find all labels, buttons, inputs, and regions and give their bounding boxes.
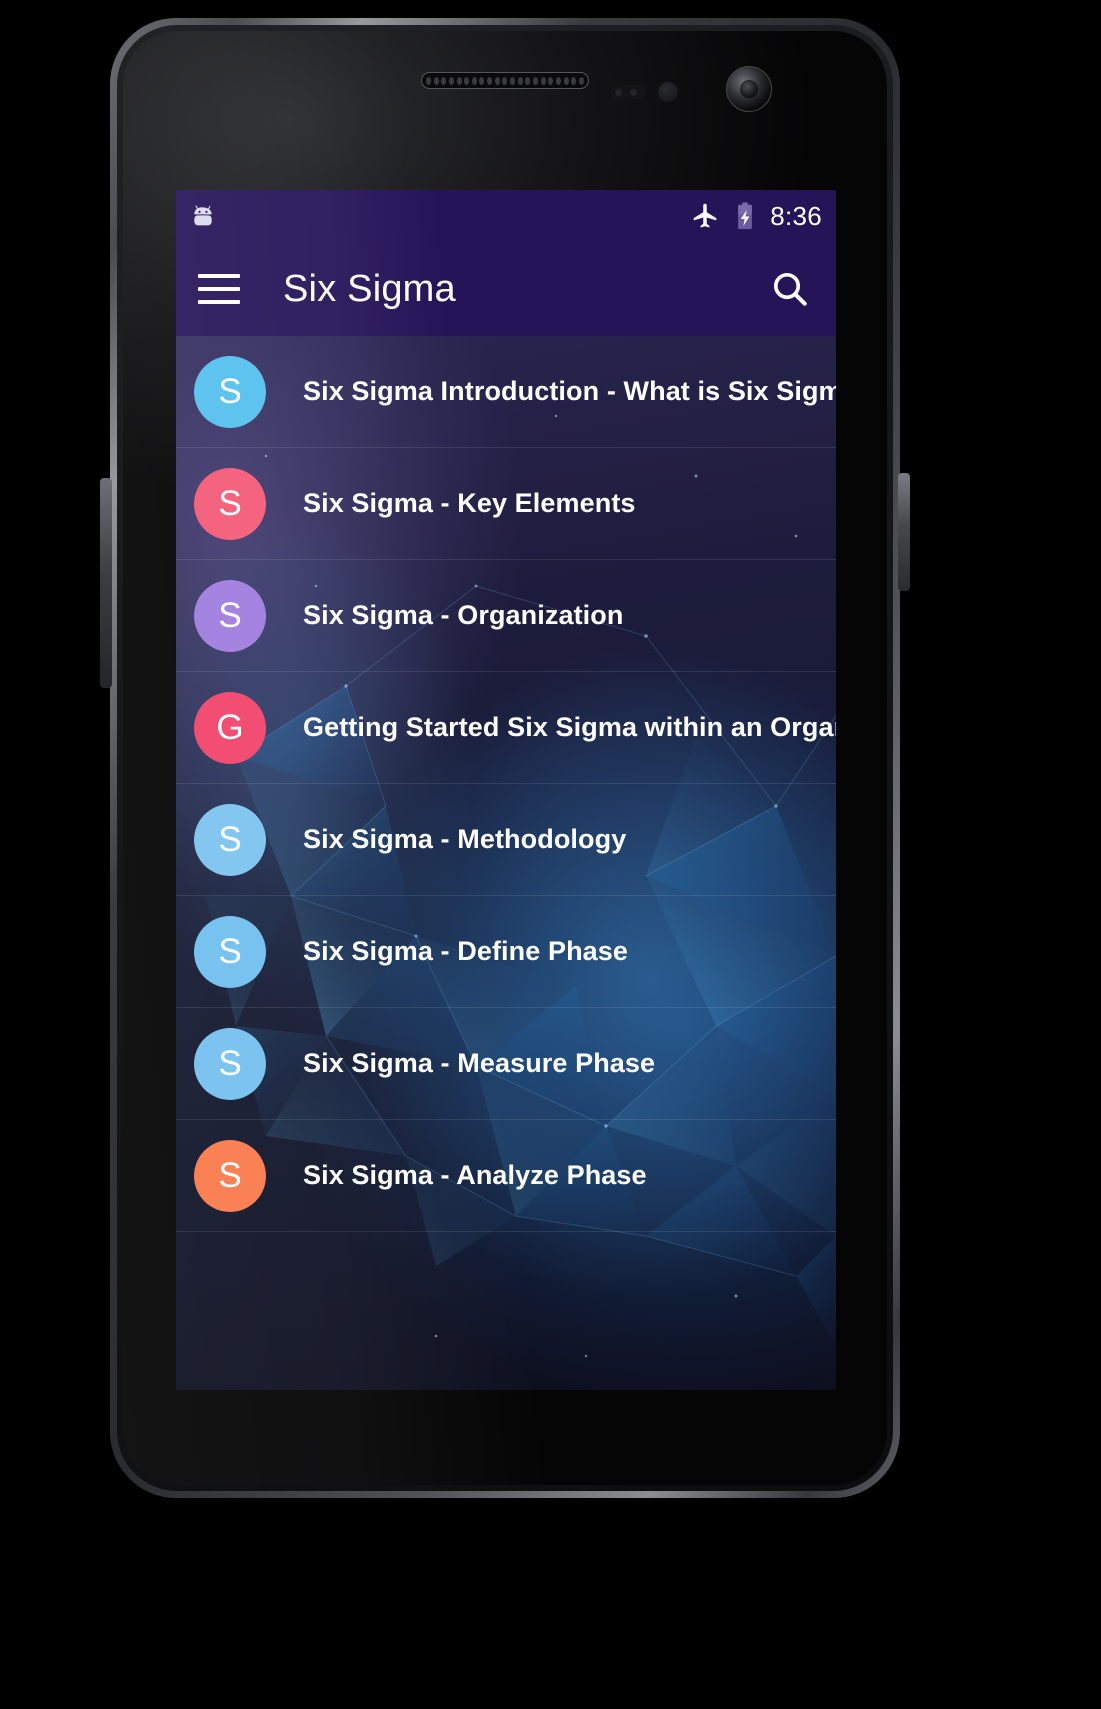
avatar: S xyxy=(194,803,266,876)
list-item-label: Getting Started Six Sigma within an Orga… xyxy=(303,712,836,742)
list-item-label: Six Sigma - Analyze Phase xyxy=(303,1160,647,1190)
front-camera-icon xyxy=(726,66,772,112)
list-item[interactable]: S Six Sigma - Analyze Phase xyxy=(176,1120,836,1232)
list-item-label: Six Sigma - Define Phase xyxy=(303,936,629,966)
hamburger-menu-icon[interactable] xyxy=(198,274,240,304)
airplane-mode-icon xyxy=(690,201,720,231)
page-title: Six Sigma xyxy=(283,267,456,310)
light-sensor-icon xyxy=(658,82,678,102)
proximity-sensor-icon xyxy=(610,85,646,99)
list-item-label: Six Sigma - Key Elements xyxy=(303,488,636,518)
avatar: S xyxy=(194,355,266,428)
avatar: S xyxy=(194,1139,266,1212)
list-item-label: Six Sigma - Methodology xyxy=(303,824,627,854)
list-item-label: Six Sigma Introduction - What is Six Sig… xyxy=(303,376,836,406)
status-bar-clock: 8:36 xyxy=(770,201,822,231)
battery-charging-icon xyxy=(732,201,758,231)
power-button[interactable] xyxy=(898,473,910,591)
speaker-grille-icon xyxy=(421,72,589,89)
phone-device: 8:36 Six Sigma S Six Sigma Introduction … xyxy=(100,18,910,1498)
volume-button[interactable] xyxy=(100,478,112,688)
list-item[interactable]: S Six Sigma - Measure Phase xyxy=(176,1008,836,1120)
android-notification-icon xyxy=(190,203,216,229)
list-item[interactable]: S Six Sigma - Methodology xyxy=(176,784,836,896)
list-item[interactable]: S Six Sigma Introduction - What is Six Si… xyxy=(176,336,836,448)
content-area: S Six Sigma Introduction - What is Six Si… xyxy=(176,336,836,1390)
list-item-label: Six Sigma - Organization xyxy=(303,600,624,630)
phone-screen: 8:36 Six Sigma S Six Sigma Introduction … xyxy=(176,190,836,1390)
search-icon[interactable] xyxy=(766,265,814,313)
app-bar: Six Sigma xyxy=(176,242,836,336)
avatar: S xyxy=(194,579,266,652)
list-item[interactable]: S Six Sigma - Key Elements xyxy=(176,448,836,560)
list-item[interactable]: G Getting Started Six Sigma within an Org… xyxy=(176,672,836,784)
list-item[interactable]: S Six Sigma - Organization xyxy=(176,560,836,672)
avatar: S xyxy=(194,915,266,988)
avatar: S xyxy=(194,1027,266,1100)
list-item-label: Six Sigma - Measure Phase xyxy=(303,1048,656,1078)
topic-list: S Six Sigma Introduction - What is Six Si… xyxy=(176,336,836,1232)
avatar: G xyxy=(194,691,266,764)
status-bar: 8:36 xyxy=(176,190,836,242)
list-item[interactable]: S Six Sigma - Define Phase xyxy=(176,896,836,1008)
avatar: S xyxy=(194,467,266,540)
